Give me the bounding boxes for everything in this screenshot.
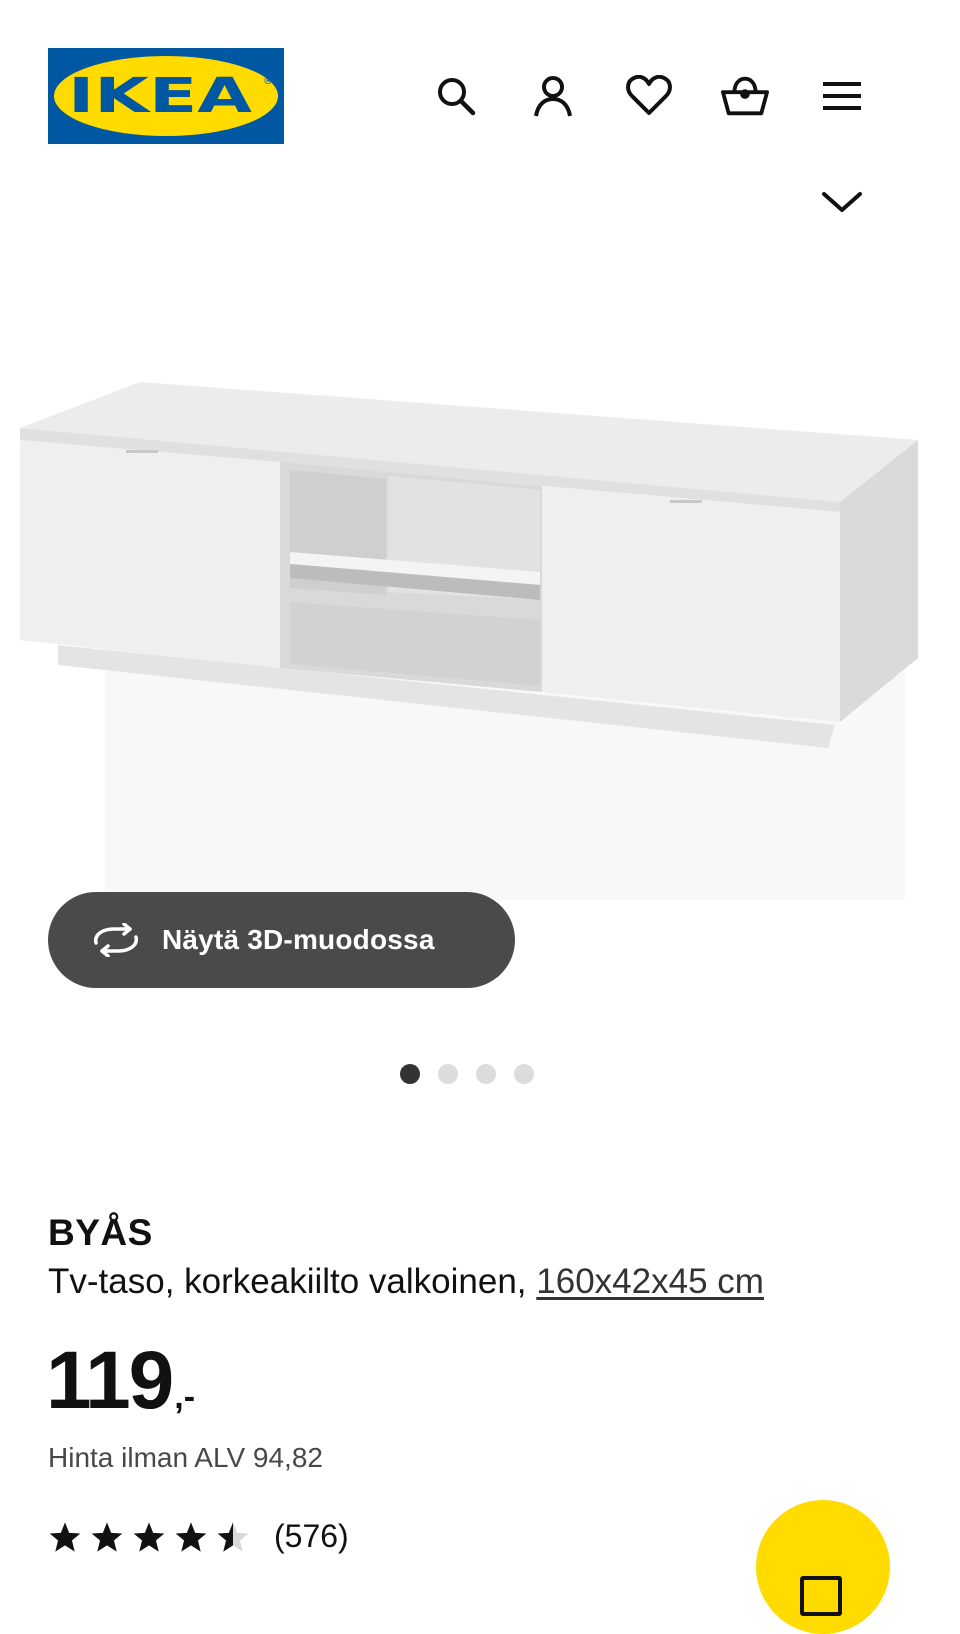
gallery-dot-2[interactable] [438, 1064, 458, 1084]
user-icon[interactable] [529, 72, 577, 120]
ikea-logo[interactable]: IKEA ® [48, 48, 284, 144]
add-to-cart-button[interactable] [756, 1500, 890, 1634]
price-excl-vat: Hinta ilman ALV 94,82 [48, 1442, 323, 1473]
gallery-pagination [400, 1064, 534, 1086]
price-suffix: ,- [174, 1378, 196, 1416]
gallery-dot-1[interactable] [400, 1064, 420, 1084]
rating-stars [48, 1521, 250, 1553]
shopping-bag-icon [800, 1576, 842, 1616]
star-icon [133, 1521, 165, 1552]
view-3d-button[interactable]: Näytä 3D-muodossa [48, 892, 515, 988]
star-icon [91, 1521, 123, 1552]
review-count: (576) [274, 1518, 349, 1554]
product-image[interactable] [0, 200, 960, 900]
product-name: BYÅS [48, 1212, 153, 1253]
gallery-dot-4[interactable] [514, 1064, 534, 1084]
product-description-text: Tv-taso, korkeakiilto valkoinen, [48, 1262, 527, 1301]
menu-icon[interactable] [818, 72, 866, 120]
product-description: Tv-taso, korkeakiilto valkoinen, 160x42x… [48, 1262, 764, 1302]
svg-text:®: ® [263, 76, 273, 87]
search-icon[interactable] [432, 72, 480, 120]
svg-text:IKEA: IKEA [68, 68, 252, 124]
star-icon [175, 1521, 207, 1552]
view-3d-label: Näytä 3D-muodossa [162, 924, 435, 955]
rotate-3d-icon [88, 920, 144, 960]
gallery-dot-3[interactable] [476, 1064, 496, 1084]
star-icon [49, 1521, 81, 1552]
header: IKEA ® [0, 0, 960, 212]
heart-icon[interactable] [625, 72, 673, 120]
price: 119,- [46, 1340, 195, 1422]
dimensions-link[interactable]: 160x42x45 cm [536, 1262, 764, 1301]
half-star-icon [217, 1521, 249, 1552]
rating[interactable]: (576) [48, 1518, 349, 1555]
basket-icon[interactable] [721, 72, 769, 120]
price-value: 119 [46, 1335, 174, 1426]
